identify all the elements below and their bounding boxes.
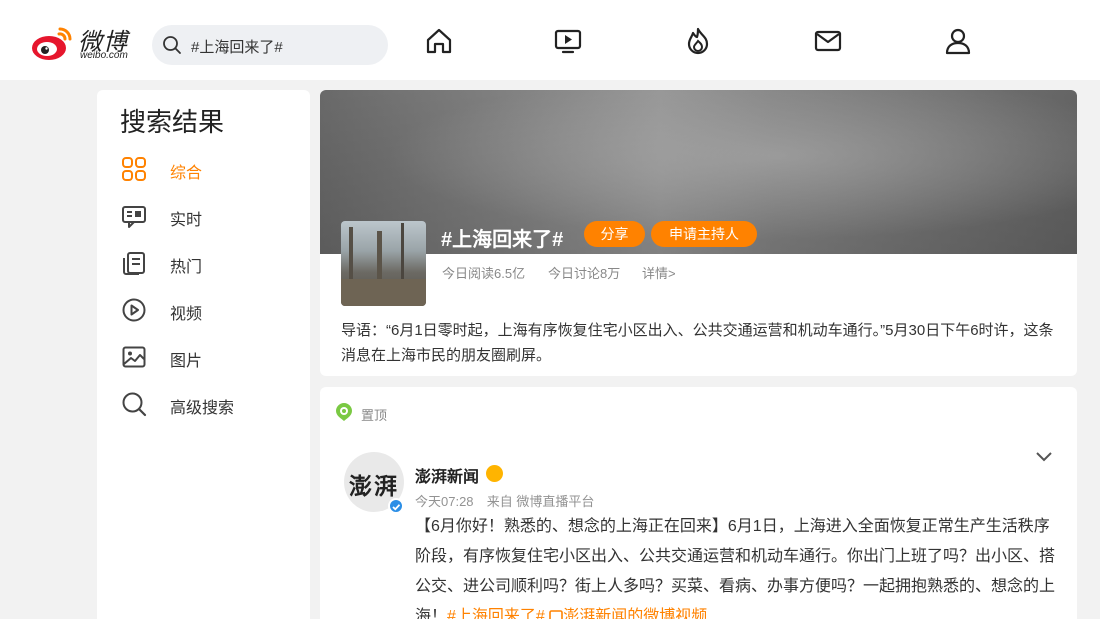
sidebar-item-comprehensive[interactable]: 综合 [121, 154, 301, 182]
sidebar-item-label: 综合 [170, 165, 203, 182]
sidebar-item-hot[interactable]: 热门 [121, 248, 301, 276]
sidebar-item-images[interactable]: 图片 [121, 342, 301, 370]
video-link[interactable]: 澎湃新闻的微博视频 [549, 608, 707, 619]
sidebar-item-label: 实时 [170, 212, 203, 229]
video-icon[interactable] [553, 26, 583, 56]
chevron-down-icon[interactable] [1034, 449, 1054, 465]
topic-intro: 导语：“6月1日零时起，上海有序恢复住宅小区出入、公共交通运营和机动车通行。”5… [341, 322, 1054, 364]
post-source: 来自 微博直播平台 [486, 494, 595, 509]
share-button[interactable]: 分享 [584, 221, 645, 247]
post-meta: 今天07:28 来自 微博直播平台 [415, 491, 594, 510]
video-play-icon [122, 298, 146, 322]
sidebar-item-label: 视频 [170, 306, 203, 323]
emoji-badge-icon [486, 465, 503, 482]
video-link-icon [549, 610, 564, 619]
hashtag-link[interactable]: #上海回来了# [447, 608, 545, 619]
verified-badge-icon [388, 498, 404, 514]
feed-card: 置顶 澎湃 澎湃新闻 今天07:28 来自 微博直播平台 【6月你好！熟悉的、想… [320, 387, 1077, 619]
profile-icon[interactable] [943, 26, 973, 56]
topic-title: #上海回来了# [441, 229, 564, 251]
sidebar-item-advanced-search[interactable]: 高级搜索 [121, 389, 301, 417]
search-sidebar: 搜索结果 综合 实时 热门 视频 图片 高级搜索 [97, 90, 310, 619]
sidebar-item-video[interactable]: 视频 [121, 295, 301, 323]
message-icon[interactable] [813, 26, 843, 56]
sidebar-item-label: 高级搜索 [170, 400, 235, 417]
today-discussions: 今日讨论8万 [548, 266, 621, 281]
search-icon [122, 392, 147, 417]
hot-icon[interactable] [683, 26, 713, 56]
post-body: 【6月你好！熟悉的、想念的上海正在回来】6月1日，上海进入全面恢复正常生产生活秩… [415, 512, 1055, 619]
post-time[interactable]: 今天07:28 [415, 494, 474, 509]
sidebar-item-label: 热门 [170, 259, 203, 276]
image-icon [122, 346, 146, 368]
topic-thumbnail[interactable] [341, 221, 426, 306]
topic-card: #上海回来了# 分享 申请主持人 今日阅读6.5亿 今日讨论8万 详情> 导语：… [320, 90, 1077, 376]
sidebar-item-label: 图片 [170, 353, 203, 370]
pin-icon [336, 403, 352, 421]
hot-doc-icon [123, 252, 145, 275]
search-box[interactable]: #上海回来了# [152, 25, 388, 65]
weibo-logo-icon [32, 27, 72, 60]
details-link[interactable]: 详情> [642, 263, 676, 282]
realtime-icon [122, 206, 146, 228]
search-icon [163, 36, 181, 54]
top-bar: 微博 weibo.com #上海回来了# [0, 0, 1100, 80]
avatar-text: 澎湃 [349, 473, 399, 500]
sidebar-item-realtime[interactable]: 实时 [121, 201, 301, 229]
weibo-logo[interactable]: 微博 weibo.com [30, 22, 140, 64]
pinned-text: 置顶 [361, 408, 388, 423]
search-input[interactable]: #上海回来了# [191, 36, 283, 57]
video-link-label: 澎湃新闻的微博视频 [563, 608, 708, 619]
home-icon[interactable] [424, 26, 454, 56]
logo-subtext: weibo.com [80, 50, 128, 61]
grid-icon [122, 157, 146, 181]
apply-host-button[interactable]: 申请主持人 [651, 221, 757, 247]
today-reads: 今日阅读6.5亿 [442, 266, 526, 281]
author-name[interactable]: 澎湃新闻 [415, 463, 479, 487]
sidebar-title: 搜索结果 [120, 107, 225, 137]
post-body-text: 【6月你好！熟悉的、想念的上海正在回来】6月1日，上海进入全面恢复正常生产生活秩… [415, 518, 1056, 619]
